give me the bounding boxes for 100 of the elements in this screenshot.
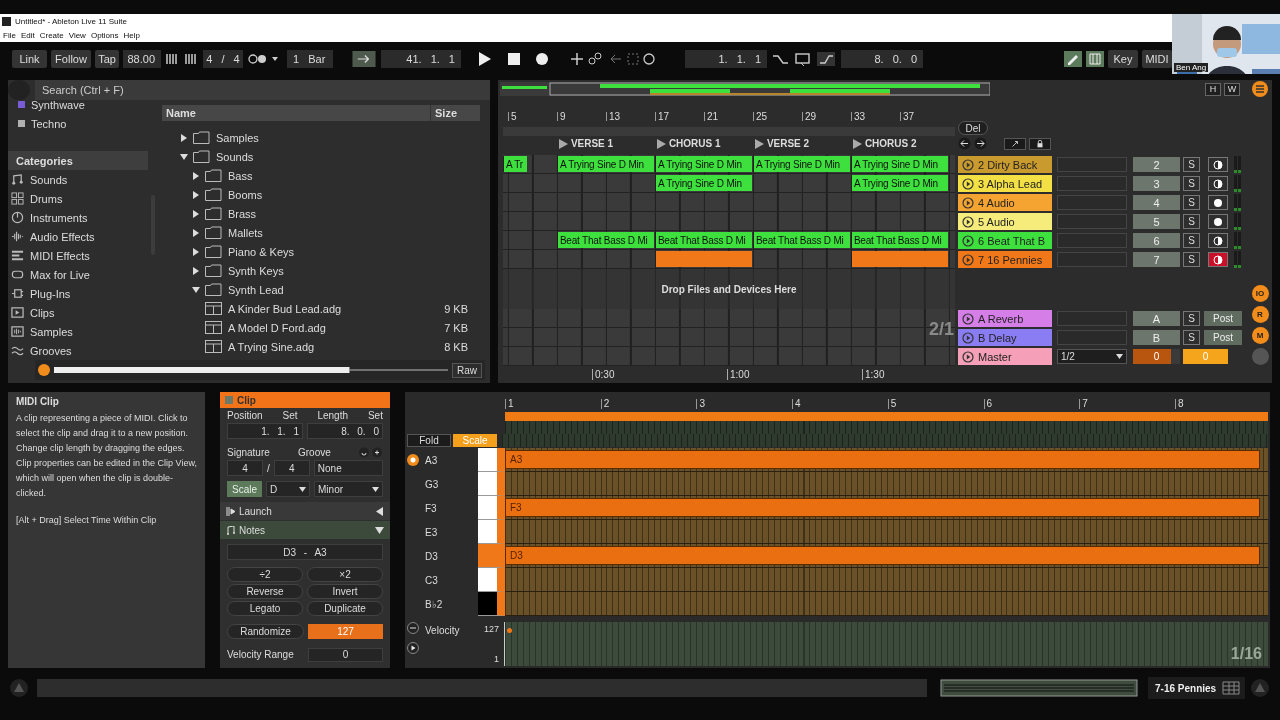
track-field[interactable] [1057, 195, 1127, 210]
follow-button[interactable]: Follow [51, 50, 91, 68]
arm-button[interactable] [1208, 214, 1228, 229]
preview-toggle-icon[interactable] [38, 364, 50, 376]
clip[interactable] [850, 251, 948, 267]
track-field[interactable] [1057, 233, 1127, 248]
folder-name[interactable]: Synth Lead [228, 283, 468, 296]
note-range-field[interactable]: D3 - A3 [227, 544, 383, 560]
track-lane[interactable]: A Trying Sine D Min A Trying Sine D Min [503, 174, 955, 193]
track-activator[interactable]: 5 [1133, 214, 1180, 229]
menu-item[interactable]: Help [123, 30, 140, 40]
expand-arrow-icon[interactable] [192, 285, 200, 294]
play-icon[interactable] [406, 642, 419, 654]
folder-name[interactable]: Bass [228, 169, 468, 182]
expand-icon[interactable] [1004, 137, 1026, 150]
fold-button[interactable]: Fold [407, 434, 451, 447]
clip[interactable]: A Trying Sine D Min [850, 175, 948, 191]
automation-tools-drawing[interactable] [569, 51, 657, 67]
locator-label[interactable]: VERSE 2 [766, 138, 810, 149]
midi-note[interactable]: F3 [505, 498, 1260, 517]
randomize-button[interactable]: Randomize [227, 624, 304, 639]
play-circle-icon[interactable] [962, 312, 974, 325]
note-edit-button[interactable]: ÷2 [227, 567, 303, 582]
velocity-dot[interactable] [507, 628, 512, 633]
clip[interactable]: Beat That Bass D Mi [752, 232, 850, 248]
track-lane[interactable]: A Tr A Trying Sine D Min A Trying Sine D Min A Trying Sine D Min A Trying Sine D Min [503, 155, 955, 174]
clip[interactable] [654, 251, 752, 267]
set-button[interactable]: Set [367, 410, 383, 421]
lock-icon[interactable] [1029, 137, 1051, 150]
track-field[interactable] [1057, 157, 1127, 172]
track-field[interactable] [1057, 330, 1127, 345]
denominator-field[interactable]: 4 [273, 460, 310, 476]
clip[interactable]: A Trying Sine D Min [556, 156, 654, 172]
expand-arrow-icon[interactable] [192, 266, 200, 275]
track-activator[interactable]: 6 [1133, 233, 1180, 248]
folder-name[interactable]: Brass [228, 207, 468, 220]
locator-label[interactable]: CHORUS 2 [864, 138, 917, 149]
track-activator[interactable]: 7 [1133, 252, 1180, 267]
locator-label[interactable]: CHORUS 1 [668, 138, 721, 149]
expand-arrow-icon[interactable] [192, 247, 200, 256]
file-name[interactable]: A Kinder Bud Lead.adg [228, 302, 445, 315]
menu-item[interactable]: Edit [20, 30, 35, 40]
quantization-dropdown[interactable]: 1 Bar [287, 50, 333, 68]
collection-item[interactable]: Techno [31, 117, 67, 130]
category-item[interactable]: Samples [30, 325, 73, 338]
toggle-circle-icon[interactable] [1251, 348, 1269, 365]
post-button[interactable]: Post [1204, 330, 1242, 345]
groove-field[interactable]: None [313, 460, 383, 476]
collection-item[interactable]: Synthwave [31, 100, 85, 111]
menu-icon[interactable] [1252, 81, 1268, 97]
solo-button[interactable]: S [1183, 214, 1200, 229]
note-edit-button[interactable]: Legato [227, 601, 303, 616]
tap-button[interactable]: Tap [95, 50, 119, 68]
keyboard-icon[interactable] [1086, 51, 1104, 67]
numerator-field[interactable]: 4 [227, 460, 263, 476]
clip[interactable]: Beat That Bass D Mi [556, 232, 654, 248]
track-field[interactable] [1057, 311, 1127, 326]
view-toggle-button[interactable]: M [1251, 327, 1269, 344]
track-header[interactable]: 7 16 Pennies [958, 251, 1052, 268]
set-button[interactable]: Set [282, 410, 298, 421]
locator-label[interactable]: VERSE 1 [570, 138, 614, 149]
folder-name[interactable]: Mallets [228, 226, 468, 239]
routing-dropdown[interactable]: 1/2 [1057, 349, 1127, 364]
arrangement-overview[interactable] [500, 82, 990, 96]
collapse-arrow-icon[interactable] [375, 525, 384, 535]
loop-controls-drawing[interactable] [771, 51, 837, 67]
track-lane[interactable] [503, 193, 955, 212]
solo-button[interactable]: S [1183, 311, 1200, 326]
view-toggle-button[interactable]: IO [1251, 285, 1269, 302]
note-lane[interactable]: F3 [505, 496, 1268, 520]
play-circle-icon[interactable] [962, 215, 974, 228]
folder-name[interactable]: Piano & Keys [228, 245, 468, 258]
record-icon[interactable] [533, 51, 551, 67]
note-edit-button[interactable]: Duplicate [307, 601, 383, 616]
track-field[interactable] [1057, 176, 1127, 191]
track-lane[interactable] [503, 250, 955, 269]
arm-button[interactable] [1208, 252, 1228, 267]
menu-item[interactable]: File [3, 30, 16, 40]
file-name[interactable]: A Model D Ford.adg [228, 321, 445, 334]
category-item[interactable]: MIDI Effects [30, 249, 90, 262]
category-item[interactable]: Grooves [30, 344, 72, 356]
size-column-header[interactable]: Size [430, 105, 480, 121]
arrow-right-icon[interactable] [974, 137, 987, 150]
arm-button[interactable] [1208, 157, 1228, 172]
scale-dropdown[interactable]: Minor [314, 481, 383, 497]
zoom-button[interactable]: W [1224, 82, 1240, 96]
category-item[interactable]: Plug-Ins [30, 287, 71, 300]
groove-icons[interactable] [359, 447, 383, 458]
play-circle-icon[interactable] [962, 253, 974, 266]
track-header[interactable]: 6 Beat That B [958, 232, 1052, 249]
note-lane[interactable]: D3 [505, 544, 1268, 568]
menu-item[interactable]: Create [39, 30, 64, 40]
time-signature-field[interactable]: 4 / 4 [203, 50, 243, 68]
solo-button[interactable]: S [1183, 252, 1200, 267]
category-item[interactable]: Drums [30, 192, 63, 205]
expand-arrow-icon[interactable] [180, 152, 188, 161]
velocity-lane[interactable]: 1/16 [505, 622, 1268, 666]
track-activator[interactable]: 4 [1133, 195, 1180, 210]
track-field[interactable] [1057, 252, 1127, 267]
category-item[interactable]: Instruments [30, 211, 88, 224]
